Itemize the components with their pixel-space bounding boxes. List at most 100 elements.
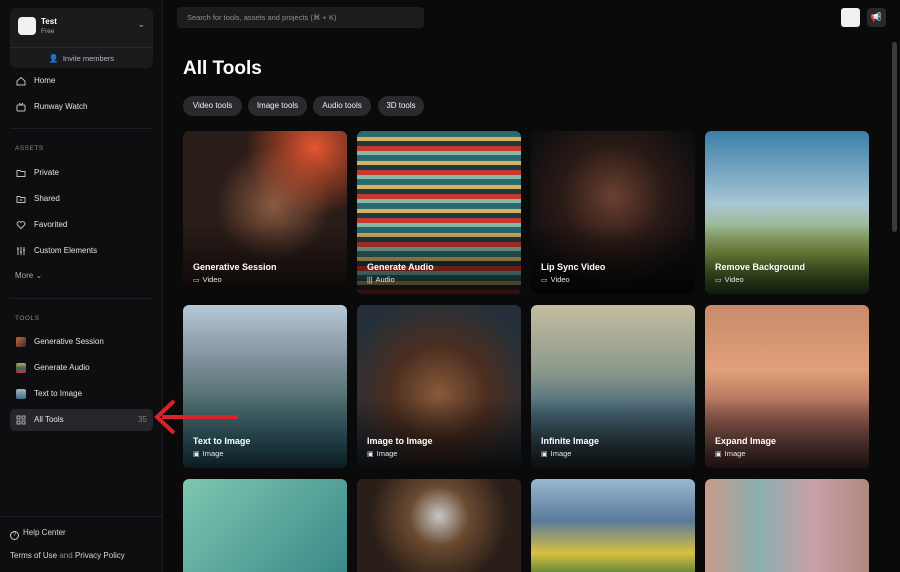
workspace-switcher[interactable]: Test Free ⌄ 👤 Invite members: [10, 8, 153, 68]
sidebar-item-shared[interactable]: Shared: [10, 188, 153, 210]
card-type-label: Video: [202, 275, 222, 284]
card-type: ▣ Image: [193, 449, 223, 458]
workspace-plan: Free: [41, 28, 55, 35]
filter-image-tools[interactable]: Image tools: [248, 96, 307, 116]
sidebar: Test Free ⌄ 👤 Invite members Home Runway …: [0, 0, 163, 572]
sidebar-item-label: Custom Elements: [34, 246, 98, 255]
shared-folder-icon: [16, 196, 26, 203]
tv-icon: [16, 102, 26, 112]
footer-divider: [0, 516, 163, 517]
card-type-label: Image: [202, 449, 224, 458]
tool-card-birds[interactable]: [183, 479, 347, 572]
help-center-link[interactable]: ? Help Center: [10, 528, 66, 540]
sidebar-item-favorited[interactable]: Favorited: [10, 214, 153, 236]
text-to-image-thumbnail: [16, 389, 26, 399]
card-type-label: Audio: [375, 275, 395, 284]
chevron-down-icon[interactable]: ⌄: [137, 19, 145, 30]
user-avatar[interactable]: [841, 8, 860, 27]
workspace-selector[interactable]: Test Free ⌄: [10, 8, 153, 44]
card-title: Expand Image: [715, 436, 777, 446]
generative-session-thumbnail: [16, 337, 26, 347]
annotation-arrow-icon: [154, 399, 238, 435]
sidebar-divider: [10, 128, 153, 129]
sidebar-item-label: Runway Watch: [34, 102, 88, 111]
sidebar-divider: [10, 298, 153, 299]
home-icon: [16, 76, 26, 86]
card-type-label: Video: [724, 275, 744, 284]
workspace-name: Test: [41, 17, 57, 26]
sidebar-item-custom-elements[interactable]: Custom Elements: [10, 240, 153, 262]
and-text: and: [59, 551, 73, 560]
workspace-avatar: [18, 17, 36, 35]
assets-section-header: ASSETS: [15, 145, 44, 152]
card-title: Generate Audio: [367, 262, 434, 272]
tool-card-flowers[interactable]: [531, 479, 695, 572]
card-type: ||| Audio: [367, 275, 395, 284]
filter-3d-tools[interactable]: 3D tools: [378, 96, 424, 116]
tool-card-generate-audio[interactable]: Generate Audio ||| Audio: [357, 131, 521, 294]
tool-card-image-to-image[interactable]: Image to Image ▣ Image: [357, 305, 521, 468]
privacy-policy-link[interactable]: Privacy Policy: [75, 551, 125, 560]
sliders-icon: [17, 247, 25, 255]
image-icon: ▣: [367, 451, 374, 458]
tool-card-expand-image[interactable]: Expand Image ▣ Image: [705, 305, 869, 468]
tool-card-lip-sync-video[interactable]: Lip Sync Video ▭ Video: [531, 131, 695, 294]
card-type-label: Image: [550, 449, 572, 458]
sidebar-item-all-tools[interactable]: All Tools 35: [10, 409, 153, 431]
tool-card-infinite-image[interactable]: Infinite Image ▣ Image: [531, 305, 695, 468]
search-input[interactable]: Search for tools, assets and projects (⌘…: [177, 7, 424, 28]
more-label: More: [15, 271, 34, 280]
tool-card-portraits[interactable]: [705, 479, 869, 572]
image-icon: ▣: [541, 451, 548, 458]
card-title: Remove Background: [715, 262, 806, 272]
sidebar-item-runway-watch[interactable]: Runway Watch: [10, 96, 153, 118]
sidebar-item-text-to-image[interactable]: Text to Image: [10, 383, 153, 405]
card-type-label: Image: [376, 449, 398, 458]
sidebar-item-label: Text to Image: [34, 389, 83, 398]
filter-audio-tools[interactable]: Audio tools: [313, 96, 371, 116]
video-icon: ▭: [193, 277, 200, 284]
card-type-label: Image: [724, 449, 746, 458]
sidebar-item-private[interactable]: Private: [10, 162, 153, 184]
filter-video-tools[interactable]: Video tools: [183, 96, 242, 116]
sidebar-item-label: All Tools: [34, 415, 64, 424]
invite-members-label: Invite members: [62, 54, 115, 63]
help-center-label: Help Center: [23, 528, 66, 537]
megaphone-icon[interactable]: 📢: [867, 8, 886, 27]
sidebar-item-label: Shared: [34, 194, 60, 203]
card-title: Lip Sync Video: [541, 262, 606, 272]
sidebar-item-label: Generative Session: [34, 337, 104, 346]
tool-card-text-to-image[interactable]: Text to Image ▣ Image: [183, 305, 347, 468]
workspace-divider: [10, 47, 153, 48]
terms-of-use-link[interactable]: Terms of Use: [10, 551, 57, 560]
user-plus-icon: 👤: [48, 54, 59, 63]
tools-section-header: TOOLS: [15, 315, 40, 322]
video-icon: ▭: [541, 277, 548, 284]
page-title: All Tools: [183, 58, 262, 79]
card-type: ▭ Video: [541, 275, 570, 284]
card-title: Generative Session: [193, 262, 277, 272]
tool-card-gallery[interactable]: [357, 479, 521, 572]
card-type: ▣ Image: [367, 449, 397, 458]
sidebar-item-label: Home: [34, 76, 56, 85]
invite-members-button[interactable]: 👤 Invite members: [10, 51, 153, 66]
video-icon: ▭: [715, 277, 722, 284]
tool-card-generative-session[interactable]: Generative Session ▭ Video: [183, 131, 347, 294]
card-type-label: Video: [550, 275, 570, 284]
card-title: Image to Image: [367, 436, 433, 446]
sidebar-item-generative-session[interactable]: Generative Session: [10, 331, 153, 353]
audio-wave-icon: |||: [367, 277, 373, 284]
scrollbar[interactable]: [892, 42, 897, 232]
heart-icon: [16, 221, 26, 230]
sidebar-item-generate-audio[interactable]: Generate Audio: [10, 357, 153, 379]
legal-links: Terms of Use and Privacy Policy: [10, 551, 125, 560]
all-tools-count: 35: [138, 415, 147, 424]
card-type: ▣ Image: [715, 449, 745, 458]
more-toggle[interactable]: More ⌄: [15, 271, 42, 280]
grid-icon: [16, 415, 26, 425]
sidebar-item-label: Private: [34, 168, 59, 177]
sidebar-item-home[interactable]: Home: [10, 70, 153, 92]
sidebar-item-label: Generate Audio: [34, 363, 90, 372]
tool-card-remove-background[interactable]: Remove Background ▭ Video: [705, 131, 869, 294]
folder-icon: [16, 170, 26, 177]
